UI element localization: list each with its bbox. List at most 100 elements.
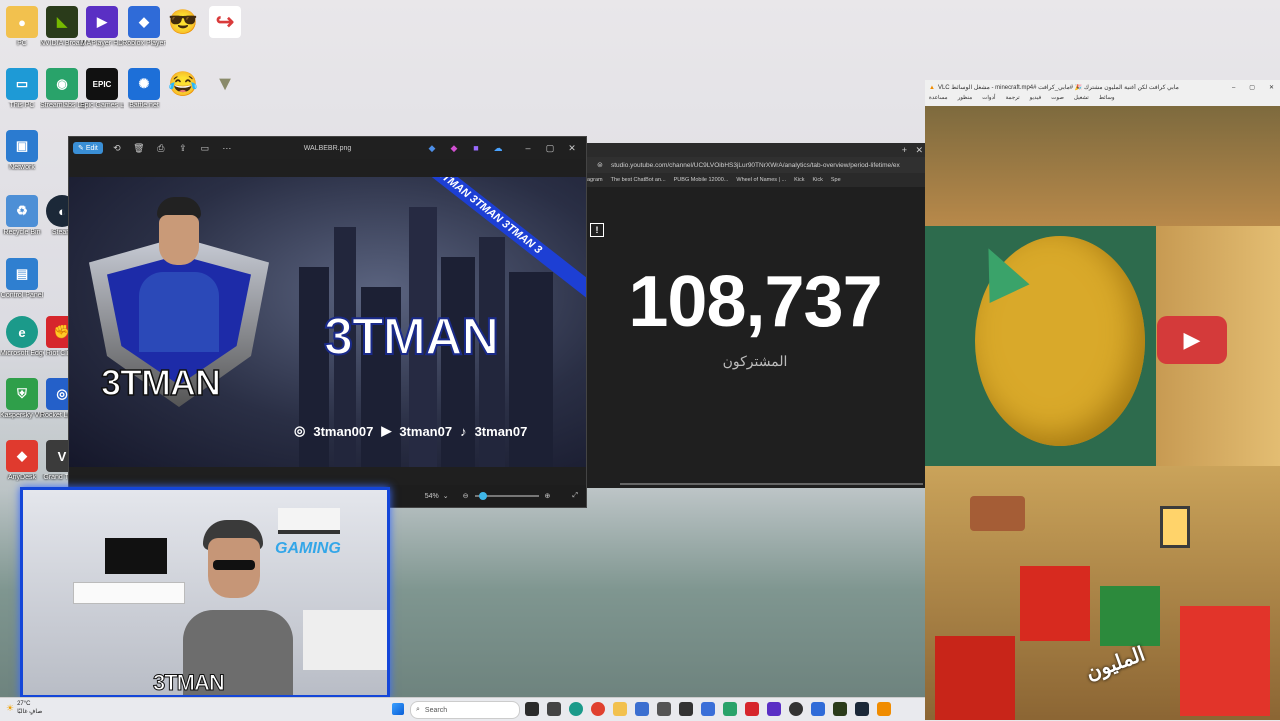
desktop-icon-maplayer[interactable]: ▶ MAPlayer HD: [80, 6, 124, 48]
taskbar-app[interactable]: [701, 702, 715, 716]
desktop-icon-pc[interactable]: ● PC: [0, 6, 44, 48]
bookmark-item[interactable]: Kick: [813, 177, 823, 183]
desktop-icon-epic[interactable]: EPICEpic Games Launcher: [80, 68, 124, 110]
bookmark-item[interactable]: The best ChatBot an...: [611, 177, 666, 183]
close-icon[interactable]: ✕: [915, 145, 923, 156]
delete-icon[interactable]: 🗑: [131, 140, 147, 156]
address-bar[interactable]: ⊜ studio.youtube.com/channel/UC9LVOibHS3…: [585, 157, 925, 173]
taskbar-app[interactable]: [635, 702, 649, 716]
desktop-icon-laugh[interactable]: 😂: [161, 68, 205, 102]
window-title: VLC مشغل الوسائط - minecraft.mp4# مابي ك…: [937, 85, 1179, 91]
taskbar-app[interactable]: [833, 702, 847, 716]
desktop-icon-roblox[interactable]: ◆ Roblox Player: [122, 6, 166, 48]
menu-item[interactable]: تشغيل: [1074, 95, 1089, 106]
video-frame[interactable]: ▶ المليون: [925, 106, 1280, 720]
copilot-icon[interactable]: ◆: [446, 140, 462, 156]
close-icon[interactable]: ✕: [564, 140, 580, 156]
taskbar-app[interactable]: [855, 702, 869, 716]
nvidia-icon: ◣: [46, 6, 78, 38]
taskbar-app[interactable]: [789, 702, 803, 716]
horizontal-scrollbar[interactable]: [620, 483, 923, 485]
taskbar-app[interactable]: [723, 702, 737, 716]
banner-image: MAN 3TMAN 3TMAN 3TMAN 3 3TMAN 3TMAN ◎ 3tm…: [69, 177, 586, 467]
youtube-icon: ▶: [381, 423, 392, 438]
badge-icon: ▼: [215, 72, 235, 95]
bookmark-item[interactable]: Kick: [794, 177, 804, 183]
onedrive-icon[interactable]: ☁: [490, 140, 506, 156]
desktop-icon-badge[interactable]: ▼: [203, 68, 247, 102]
rotate-icon[interactable]: ⟲: [109, 140, 125, 156]
desktop-icon-nvidia[interactable]: ◣NVIDIA Broadcast: [40, 6, 84, 48]
vlc-titlebar: ▲ VLC مشغل الوسائط - minecraft.mp4# مابي…: [925, 80, 1280, 95]
taskbar-app[interactable]: [877, 702, 891, 716]
desktop-icon-anydesk[interactable]: ◆ AnyDesk: [0, 440, 44, 482]
start-button[interactable]: [392, 703, 404, 715]
desktop-icon-edge[interactable]: e Microsoft Edge: [0, 316, 44, 358]
recycle-bin-icon: ♻: [6, 195, 38, 227]
designer-icon[interactable]: ◆: [424, 140, 440, 156]
weather-desc: صافٍ غالبًا: [17, 709, 43, 715]
desktop-icon-recyclebin[interactable]: ♻ Recycle Bin: [0, 195, 44, 237]
desktop-icon-thispc[interactable]: ▭ This PC: [0, 68, 44, 110]
taskbar-app[interactable]: [745, 702, 759, 716]
taskbar-app[interactable]: [591, 702, 605, 716]
menu-item[interactable]: ترجمة: [1006, 95, 1020, 106]
chevron-down-icon[interactable]: ⌄: [443, 492, 449, 500]
desktop-icon-battlenet[interactable]: ✺ Battle.net: [122, 68, 166, 110]
desktop-icon-emoji[interactable]: 😎: [161, 6, 205, 40]
desktop-icon-streamlabs[interactable]: ◉Streamlabs Desktop: [40, 68, 84, 110]
bookmark-item[interactable]: agram: [587, 177, 603, 183]
more-icon[interactable]: ⋯: [219, 140, 235, 156]
zoom-out-icon[interactable]: ⊖: [463, 492, 469, 500]
weather-widget[interactable]: ☀ 27°C صافٍ غالبًا: [6, 700, 42, 716]
vlc-menubar: وسائط تشغيل صوت فيديو ترجمة أدوات منظور …: [925, 95, 1280, 106]
maximize-icon[interactable]: ▢: [542, 140, 558, 156]
desktop-icon-kaspersky[interactable]: ⛨Kaspersky VPN: [0, 378, 44, 420]
slideshow-icon[interactable]: ▭: [197, 140, 213, 156]
bookmark-item[interactable]: Wheel of Names | ...: [736, 177, 786, 183]
fullscreen-icon[interactable]: ⤢: [572, 492, 578, 500]
zoom-in-icon[interactable]: ⊕: [545, 492, 551, 500]
menu-item[interactable]: صوت: [1051, 95, 1064, 106]
search-box[interactable]: ⌕ Search: [410, 701, 520, 719]
taskbar-app[interactable]: [657, 702, 671, 716]
bookmark-item[interactable]: Spe: [831, 177, 841, 183]
feedback-icon[interactable]: !: [590, 223, 604, 237]
menu-item[interactable]: أدوات: [982, 95, 995, 106]
menu-item[interactable]: مساعدة: [929, 95, 948, 106]
new-tab-icon[interactable]: +: [902, 145, 907, 155]
bookmark-item[interactable]: PUBG Mobile 12000...: [674, 177, 729, 183]
print-icon[interactable]: ⎙: [153, 140, 169, 156]
play-icon: ▶: [86, 6, 118, 38]
minimize-icon[interactable]: –: [520, 140, 536, 156]
maximize-icon[interactable]: ▢: [1249, 84, 1255, 91]
taskbar-app[interactable]: [525, 702, 539, 716]
taskbar-app[interactable]: [767, 702, 781, 716]
clipchamp-icon[interactable]: ■: [468, 140, 484, 156]
browser-tab-strip[interactable]: + ✕: [585, 143, 925, 157]
menu-item[interactable]: فيديو: [1030, 95, 1042, 106]
share-icon[interactable]: ⇪: [175, 140, 191, 156]
desktop-icon-controlpanel[interactable]: ▤ Control Panel: [0, 258, 44, 300]
network-icon: ▣: [6, 130, 38, 162]
minimize-icon[interactable]: –: [1232, 85, 1235, 91]
taskbar-app[interactable]: [547, 702, 561, 716]
close-icon[interactable]: ✕: [1269, 84, 1274, 91]
zoom-slider[interactable]: [474, 492, 539, 500]
photos-toolbar: ✎ Edit ⟲ 🗑 ⎙ ⇪ ▭ ⋯ WALBEBR.png ◆ ◆ ■ ☁ –…: [69, 137, 586, 159]
zoom-level[interactable]: 54%: [425, 493, 439, 500]
url-text[interactable]: studio.youtube.com/channel/UC9LVOibHS3jL…: [611, 162, 900, 169]
menu-item[interactable]: وسائط: [1099, 95, 1115, 106]
desktop-icon-network[interactable]: ▣ Network: [0, 130, 44, 172]
desktop-icon-shortcut[interactable]: ↪: [203, 6, 247, 40]
taskbar-app[interactable]: [569, 702, 583, 716]
taskbar-app[interactable]: [613, 702, 627, 716]
taskbar-app[interactable]: [811, 702, 825, 716]
taskbar-app[interactable]: [679, 702, 693, 716]
weather-temp: 27°C: [17, 701, 31, 707]
menu-item[interactable]: منظور: [958, 95, 973, 106]
edit-button[interactable]: ✎ Edit: [73, 142, 103, 154]
social-handles: ◎ 3tman007 ▶ 3tman07 ♪ 3tman07: [294, 423, 527, 439]
overlay-name: 3TMAN: [153, 670, 226, 696]
edge-icon: e: [6, 316, 38, 348]
